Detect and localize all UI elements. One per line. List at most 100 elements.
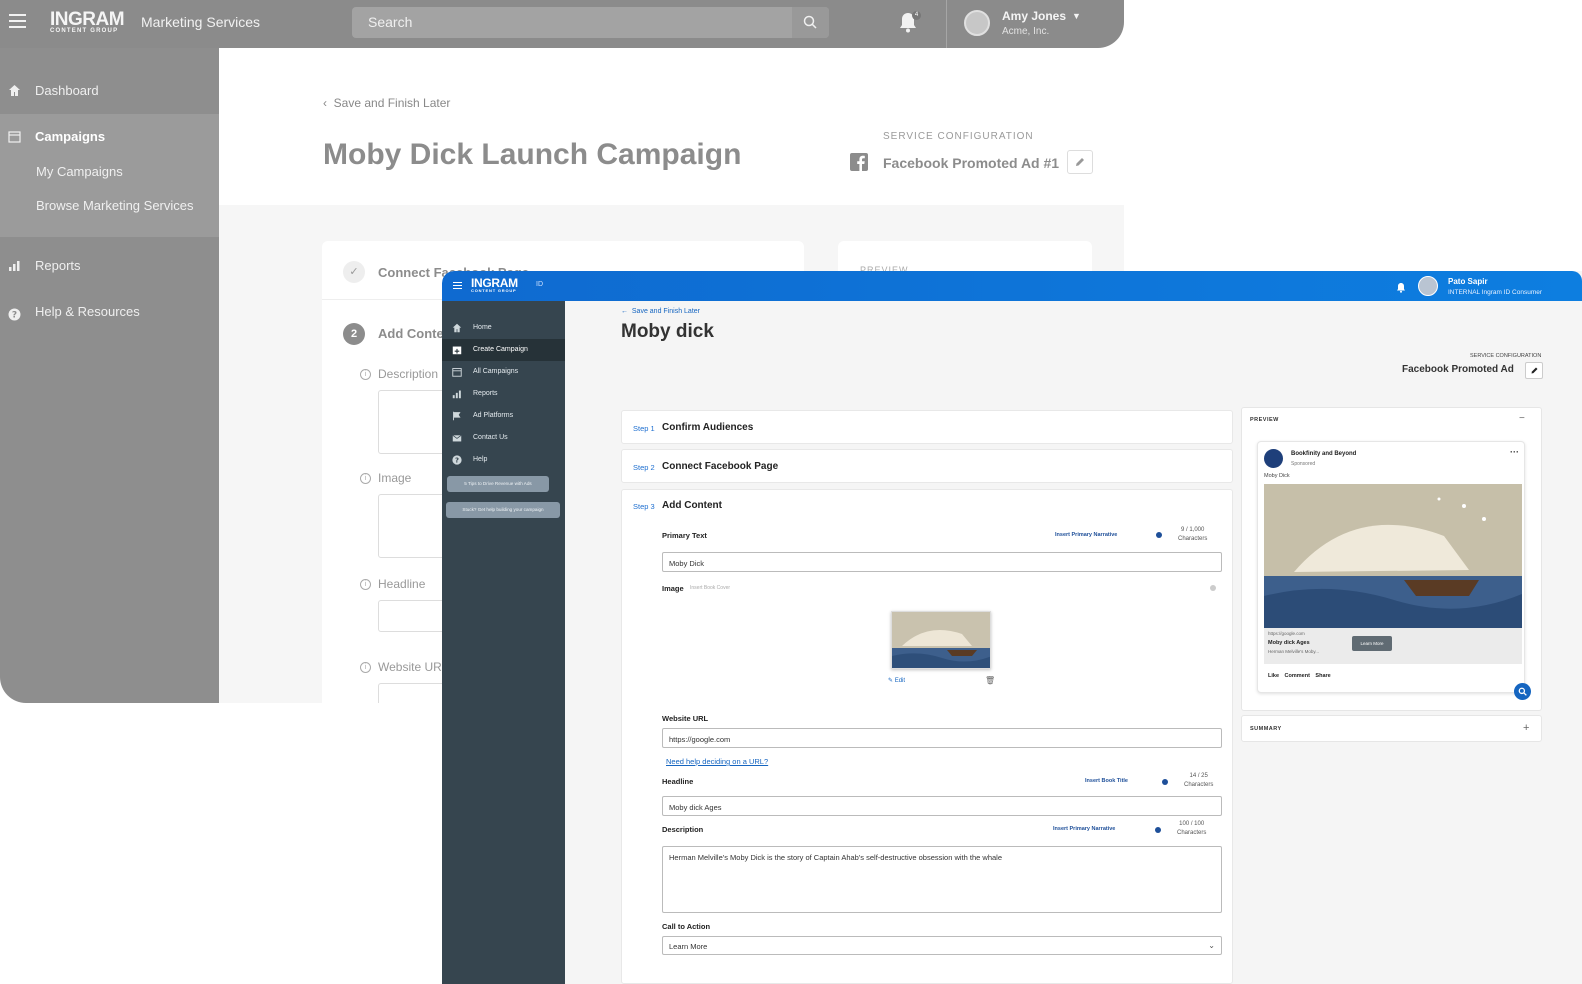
main-content: ← Save and Finish Later Moby dick SERVIC…: [565, 301, 1582, 984]
step-confirm-audiences[interactable]: Step 1 Confirm Audiences: [621, 410, 1233, 444]
ad-image: [1264, 484, 1522, 628]
website-url-label: Website URL: [662, 714, 709, 723]
user-name[interactable]: Amy Jones: [1002, 9, 1066, 23]
insert-book-title-button[interactable]: Insert Book Title: [1085, 778, 1128, 784]
avatar[interactable]: [1418, 276, 1438, 296]
website-url-input[interactable]: https://google.com: [662, 728, 1222, 748]
zoom-button[interactable]: [1514, 683, 1531, 700]
step-number: 2: [343, 323, 365, 345]
sidebar-item-help[interactable]: ? Help: [442, 449, 565, 471]
service-config-label: SERVICE CONFIGURATION: [1470, 353, 1542, 359]
chevron-down-icon[interactable]: ▼: [1072, 11, 1081, 21]
collapse-icon[interactable]: −: [1519, 413, 1525, 424]
description-label: Description: [662, 825, 704, 834]
preview-panel: PREVIEW − Bookfinity and Beyond Sponsore…: [1241, 407, 1542, 711]
field-label: Description: [378, 367, 439, 381]
edit-icon: ✎: [888, 678, 895, 684]
page-name: Bookfinity and Beyond: [1291, 451, 1357, 457]
home-icon: [452, 323, 462, 333]
chevron-down-icon: ⌄: [1208, 941, 1215, 950]
help-building-button[interactable]: Stuck? Get help building your campaign: [446, 502, 560, 518]
save-finish-later-link[interactable]: ‹ Save and Finish Later: [323, 96, 450, 110]
primary-text-input[interactable]: Moby Dick: [662, 552, 1222, 572]
cta-select[interactable]: Learn More ⌄: [662, 936, 1222, 955]
url-help-link[interactable]: Need help deciding on a URL?: [666, 757, 768, 766]
edit-image-button[interactable]: ✎ Edit: [888, 677, 905, 684]
chevron-left-icon: ‹: [323, 96, 334, 110]
ad-url: https://google.com: [1268, 631, 1305, 636]
description-textarea[interactable]: Herman Melville's Moby Dick is the story…: [662, 846, 1222, 913]
tips-button[interactable]: 5 Tips to Drive Revenue with Ads: [447, 476, 549, 492]
envelope-icon: [452, 434, 462, 442]
pencil-icon: [1531, 367, 1538, 374]
facebook-ad-preview: Bookfinity and Beyond Sponsored ··· Moby…: [1257, 441, 1525, 693]
character-count: 9 / 1,000 Characters: [1178, 527, 1208, 542]
trash-icon[interactable]: 🗑: [985, 676, 995, 685]
insert-primary-narrative-button[interactable]: Insert Primary Narrative: [1055, 532, 1117, 538]
sidebar-item-all-campaigns[interactable]: All Campaigns: [442, 361, 565, 383]
step-connect-facebook[interactable]: Step 2 Connect Facebook Page: [621, 449, 1233, 483]
bell-icon: [1397, 283, 1405, 293]
notifications-button[interactable]: 4: [898, 11, 921, 35]
ingram-id-window: INGRAM CONTENT GROUP ID Pato Sapir INTERN…: [442, 271, 1582, 984]
summary-panel[interactable]: SUMMARY +: [1241, 715, 1542, 742]
info-icon: i: [360, 369, 371, 380]
ingram-logo[interactable]: INGRAM CONTENT GROUP: [471, 277, 518, 293]
ingram-logo[interactable]: INGRAM CONTENT GROUP: [50, 10, 125, 35]
user-name[interactable]: Pato Sapir: [1448, 277, 1488, 286]
info-icon: [1162, 779, 1168, 785]
edit-button[interactable]: [1525, 362, 1543, 379]
ad-primary-text: Moby Dick: [1264, 473, 1290, 479]
ad-headline: Moby dick Ages: [1268, 640, 1310, 646]
learn-more-button[interactable]: Learn More: [1352, 636, 1392, 651]
notifications-button[interactable]: [1396, 280, 1406, 293]
pencil-icon: [1076, 158, 1084, 166]
search-icon: [803, 15, 817, 29]
calendar-icon: [452, 368, 462, 377]
sponsored-label: Sponsored: [1291, 461, 1316, 467]
page-title: Moby dick: [621, 321, 714, 342]
menu-icon[interactable]: [453, 282, 462, 290]
headline-input[interactable]: Moby dick Ages: [662, 796, 1222, 816]
save-finish-later-link[interactable]: ← Save and Finish Later: [621, 308, 700, 315]
edit-button[interactable]: [1067, 150, 1093, 174]
info-icon: i: [360, 662, 371, 673]
sidebar-item-reports[interactable]: Reports: [442, 383, 565, 405]
notification-badge: 4: [912, 11, 921, 20]
check-icon: ✓: [343, 261, 365, 283]
search-button[interactable]: [792, 7, 829, 38]
sidebar-item-ad-platforms[interactable]: Ad Platforms: [442, 405, 565, 427]
sidebar-item-my-campaigns[interactable]: My Campaigns: [36, 164, 123, 179]
book-cover-image[interactable]: [891, 611, 991, 669]
insert-book-cover-button[interactable]: Insert Book Cover: [690, 585, 730, 591]
headline-label: Headline: [662, 777, 694, 786]
svg-text:?: ?: [455, 456, 459, 464]
avatar[interactable]: [964, 10, 990, 36]
expand-icon[interactable]: +: [1523, 722, 1529, 734]
sidebar: Dashboard Campaigns My Campaigns Browse …: [0, 48, 219, 703]
calendar-plus-icon: [452, 346, 462, 355]
top-bar: INGRAM CONTENT GROUP Marketing Services S…: [0, 0, 1124, 48]
flag-icon: [453, 411, 461, 421]
info-icon: i: [360, 579, 371, 590]
sidebar-item-contact-us[interactable]: Contact Us: [442, 427, 565, 449]
ad-actions: Like Comment Share: [1268, 673, 1331, 679]
insert-primary-narrative-button[interactable]: Insert Primary Narrative: [1053, 826, 1115, 832]
bar-chart-icon: [9, 261, 20, 271]
help-icon: ?: [8, 308, 21, 321]
sidebar-item-browse[interactable]: Browse Marketing Services: [36, 198, 194, 213]
menu-icon[interactable]: [9, 14, 26, 28]
user-org: INTERNAL Ingram ID Consumer: [1448, 289, 1543, 296]
field-label: Image: [378, 471, 412, 485]
service-config-label: SERVICE CONFIGURATION: [883, 131, 1034, 142]
service-name: Facebook Promoted Ad #1: [883, 155, 1060, 171]
sidebar-item-create-campaign[interactable]: Create Campaign: [442, 339, 565, 361]
search-input[interactable]: Search: [352, 7, 829, 38]
more-icon[interactable]: ···: [1510, 447, 1519, 457]
info-icon: i: [360, 473, 371, 484]
sidebar-item-home[interactable]: Home: [442, 317, 565, 339]
facebook-icon: [850, 153, 868, 171]
page-avatar: [1264, 449, 1283, 468]
home-icon: [9, 85, 20, 96]
arrow-left-icon: ←: [621, 308, 632, 315]
